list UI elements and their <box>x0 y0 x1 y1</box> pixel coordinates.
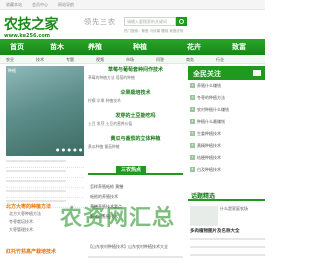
list-item[interactable]: 5 生姜种植技术 <box>190 131 264 143</box>
list-item[interactable] <box>6 180 84 188</box>
list-item[interactable] <box>6 160 84 168</box>
right-rank-list: 1 养殖什么赚钱 2 冬枣的种植方法 3 农村种植什么赚钱 4 种植什么最赚钱 5 生姜种… <box>190 83 264 179</box>
list-item[interactable] <box>6 170 84 178</box>
tab-hot-topics[interactable]: 三农热点 <box>116 166 146 175</box>
slider-dots[interactable]: ● ● ● ● ● <box>56 147 83 152</box>
headline-title[interactable]: 发芽的土豆能吃吗 <box>88 112 183 121</box>
subnav-item[interactable]: 市场 <box>126 57 134 63</box>
topic-lines <box>190 238 265 262</box>
site-slogan: 领先三农 <box>84 18 116 26</box>
nav-seedlings[interactable]: 苗木 <box>50 42 64 52</box>
subnav-item[interactable]: 行业 <box>216 57 224 63</box>
right-panel-header: 全民关注 <box>188 66 265 80</box>
list-item[interactable]: 3 农村种植什么赚钱 <box>190 107 264 119</box>
subnav-item[interactable]: 技术 <box>36 57 44 63</box>
list-item[interactable]: 1 养殖什么赚钱 <box>190 83 264 95</box>
main-nav: 首页 苗木 养殖 种植 花卉 致富 <box>0 39 265 55</box>
right-panel-title: 全民关注 <box>193 70 221 78</box>
headline-list: 草莓与葡萄套种间作技术 草莓的种植方法 葡萄的种植 伞果栽培技术 柠檬 伞果 种… <box>88 66 183 152</box>
list-item[interactable]: 6 黄精种植技术 <box>190 143 264 155</box>
topic-title: 话题精选 <box>191 193 216 200</box>
list-item[interactable]: 2 冬枣的种植方法 <box>190 95 264 107</box>
headline-sub[interactable]: 黄瓜种植 番茄种植 <box>88 144 183 152</box>
nav-flowers[interactable]: 花卉 <box>187 42 201 52</box>
site-logo[interactable]: 农技之家 www.ke256.com <box>4 14 59 39</box>
search-input[interactable]: 请输入要搜索的关键词 <box>124 17 176 26</box>
divider <box>88 256 183 258</box>
sub-nav: 农业 技术 专题 视频 市场 问答 商务 行业 <box>0 55 265 64</box>
left-box2-title[interactable]: 红托竹荪高产栽培技术 <box>6 248 56 255</box>
subnav-item[interactable]: 专题 <box>66 57 74 63</box>
nav-planting[interactable]: 种植 <box>133 42 147 52</box>
member-center-link[interactable]: 会员中心 <box>32 2 48 8</box>
nav-wealth[interactable]: 致富 <box>232 42 246 52</box>
subnav-item[interactable]: 农业 <box>6 57 14 63</box>
left-box-title[interactable]: 北方大枣的种植方法 <box>6 203 51 210</box>
section-bar: 三农热点 <box>88 166 183 175</box>
list-item[interactable]: 8 白及种植技术 <box>190 167 264 179</box>
headline-sub[interactable]: 土豆 发芽 土豆的营养价值 <box>88 121 183 129</box>
subnav-item[interactable]: 问答 <box>156 57 164 63</box>
headline-sub[interactable]: 柠檬 伞果 种植技术 <box>88 98 183 106</box>
headline-title[interactable]: 黄瓜与番茄的立体种植 <box>88 135 183 144</box>
list-item[interactable] <box>6 190 84 198</box>
watermark: 农资网汇总 <box>60 205 176 231</box>
list-item[interactable]: 怎样养殖蚯蚓 黄鳝 <box>90 184 182 194</box>
site-nav-link[interactable]: 网站导航 <box>58 2 74 8</box>
list-item[interactable]: 7 桔梗种植技术 <box>190 155 264 167</box>
bottom-link[interactable]: 【山东农村种植技术】山东农村种植技术大全 <box>88 244 183 250</box>
top-bar: 收藏本站 会员中心 网站导航 <box>0 0 265 10</box>
bookmark-link[interactable]: 收藏本站 <box>6 2 22 8</box>
subnav-item[interactable]: 视频 <box>96 57 104 63</box>
subnav-item[interactable]: 商务 <box>186 57 194 63</box>
search-button[interactable] <box>176 17 187 26</box>
slider-caption: 种植 <box>8 68 16 73</box>
more-icon[interactable] <box>253 70 261 76</box>
headline-title[interactable]: 草莓与葡萄套种间作技术 <box>88 66 183 75</box>
logo-text: 农技之家 <box>4 17 59 33</box>
headline-title[interactable]: 伞果栽培技术 <box>88 89 183 98</box>
hot-search-words[interactable]: 热门搜索：葡萄 马铃薯 樱桃 家庭农场 <box>124 29 183 34</box>
nav-breeding[interactable]: 养殖 <box>88 42 102 52</box>
nav-home[interactable]: 首页 <box>10 42 24 52</box>
image-slider[interactable]: 种植 <box>6 66 84 156</box>
list-item[interactable]: 4 种植什么最赚钱 <box>190 119 264 131</box>
headline-sub[interactable]: 草莓的种植方法 葡萄的种植 <box>88 75 183 83</box>
